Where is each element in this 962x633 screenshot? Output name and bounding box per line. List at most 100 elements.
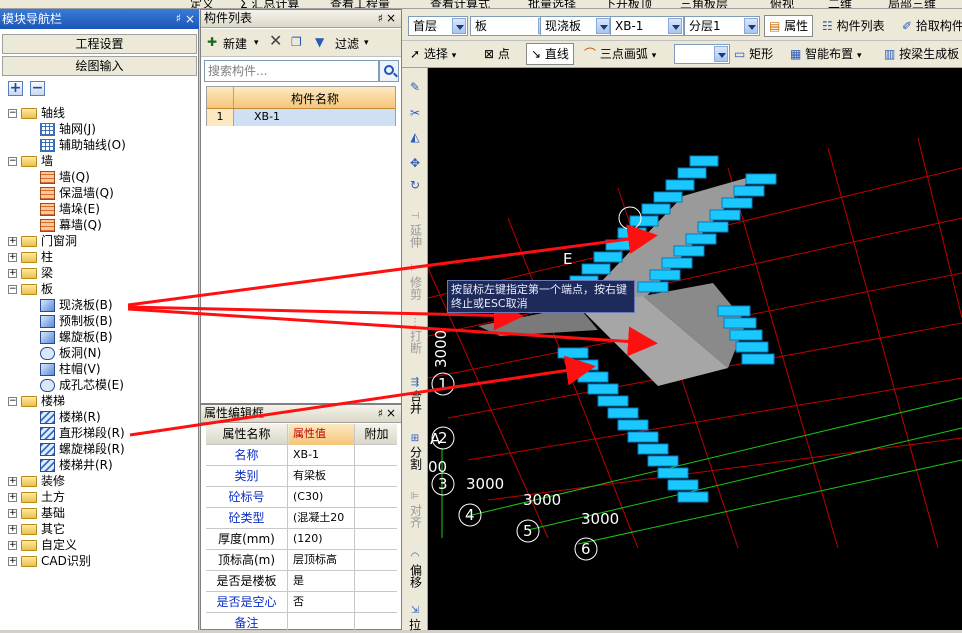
filter-button[interactable]: 过滤	[335, 35, 359, 52]
tree-item[interactable]: + 土方	[8, 489, 65, 505]
tree-item[interactable]: 成孔芯模(E)	[40, 377, 124, 393]
floor-combo[interactable]: 三角板层	[680, 0, 728, 8]
tree-item[interactable]: 螺旋梯段(R)	[40, 441, 125, 457]
property-value[interactable]: 是	[289, 571, 355, 592]
property-value[interactable]: 否	[289, 592, 355, 613]
tree-item[interactable]: 轴网(J)	[40, 121, 96, 137]
extend-button[interactable]: ⊣ 延伸	[406, 208, 424, 252]
tree-item[interactable]: + 基础	[8, 505, 65, 521]
tree-item[interactable]: 墙(Q)	[40, 169, 90, 185]
stretch-button[interactable]: ⇲ 拉	[406, 602, 424, 633]
tree-item[interactable]: 螺旋板(B)	[40, 329, 113, 345]
floor-select[interactable]: 首层	[408, 16, 468, 36]
expand-toggle-icon[interactable]: −	[8, 109, 17, 118]
batch-select-button[interactable]: 批量选择	[528, 0, 576, 8]
define-button[interactable]: 定义	[190, 0, 214, 8]
arc-button[interactable]: ⌒ 三点画弧 ▾	[584, 44, 656, 66]
tree-item[interactable]: + 门窗洞	[8, 233, 77, 249]
copy-icon[interactable]: ❐	[291, 35, 302, 49]
beam-slab-button[interactable]: ▥ 按梁生成板	[884, 44, 959, 64]
property-row[interactable]: 名称 XB-1	[206, 445, 397, 466]
drawing-canvas[interactable]: 1 2 3 4 5 6 A E 3000 3000 3000 00 3000	[428, 68, 962, 630]
tree-item[interactable]: 柱帽(V)	[40, 361, 101, 377]
trim-button[interactable]: ⊢ 修剪	[406, 260, 424, 304]
property-row[interactable]: 厚度(mm) (120)	[206, 529, 397, 550]
property-value[interactable]: 层顶标高	[289, 550, 355, 571]
property-row[interactable]: 砼标号 (C30)	[206, 487, 397, 508]
property-value[interactable]: (120)	[289, 529, 355, 550]
pin-icon[interactable]: ♯	[378, 10, 383, 27]
arc-mode-select[interactable]	[674, 44, 730, 64]
rectangle-button[interactable]: ▭ 矩形	[734, 44, 773, 64]
break-button[interactable]: ⋮ 打断	[406, 314, 424, 358]
expand-toggle-icon[interactable]: −	[8, 157, 17, 166]
expand-toggle-icon[interactable]: +	[8, 269, 17, 278]
draw-input-button[interactable]: 绘图输入	[2, 56, 197, 76]
local-3d-button[interactable]: 局部三维	[888, 0, 936, 8]
expand-all-icon[interactable]: +	[8, 81, 23, 96]
tree-item[interactable]: 楼梯(R)	[40, 409, 101, 425]
properties-button[interactable]: ▤ 属性	[764, 15, 814, 37]
tree-item[interactable]: − 楼梯	[8, 393, 65, 409]
close-icon[interactable]: ×	[386, 10, 396, 27]
property-value[interactable]: (混凝土20	[289, 508, 355, 529]
expand-toggle-icon[interactable]: +	[8, 493, 17, 502]
split-button[interactable]: ⊞ 分割	[406, 430, 424, 474]
tree-item[interactable]: + 其它	[8, 521, 65, 537]
summary-calc-button[interactable]: Σ 汇总计算	[240, 0, 299, 8]
tree-item[interactable]: 楼梯井(R)	[40, 457, 113, 473]
slab-top-button[interactable]: 下开板顶	[604, 0, 652, 8]
offset-button[interactable]: ◠ 偏移	[406, 548, 424, 592]
view-formula-button[interactable]: 查看计算式	[430, 0, 490, 8]
tree-item[interactable]: + CAD识别	[8, 553, 91, 569]
expand-toggle-icon[interactable]: +	[8, 525, 17, 534]
mirror-icon[interactable]: ◭	[407, 130, 423, 144]
smart-layout-button[interactable]: ▦ 智能布置 ▾	[790, 44, 862, 66]
component-search-input[interactable]	[204, 60, 379, 82]
close-icon[interactable]: ×	[185, 9, 195, 29]
table-row[interactable]: 1 XB-1	[207, 109, 395, 126]
tree-item[interactable]: − 轴线	[8, 105, 65, 121]
project-settings-button[interactable]: 工程设置	[2, 34, 197, 54]
expand-toggle-icon[interactable]: +	[8, 477, 17, 486]
view-quantity-button[interactable]: 查看工程量	[330, 0, 390, 8]
tree-item[interactable]: + 柱	[8, 249, 53, 265]
tree-item[interactable]: 墙垛(E)	[40, 201, 100, 217]
chevron-down-icon[interactable]: ▾	[254, 38, 259, 48]
2d-button[interactable]: 二维	[828, 0, 852, 8]
point-button[interactable]: ⊠ 点	[484, 44, 510, 64]
expand-toggle-icon[interactable]: −	[8, 285, 17, 294]
subtype-select[interactable]: 现浇板	[540, 16, 612, 36]
tree-item[interactable]: 辅助轴线(O)	[40, 137, 126, 153]
cut-icon[interactable]: ✂	[407, 106, 423, 120]
top-view-button[interactable]: 俯视	[770, 0, 794, 8]
tree-item[interactable]: 保温墙(Q)	[40, 185, 114, 201]
property-value[interactable]: (C30)	[289, 487, 355, 508]
select-button[interactable]: ➚ 选择 ▾	[410, 44, 456, 66]
layer-select[interactable]: 分层1	[684, 16, 760, 36]
property-row[interactable]: 是否是楼板是	[206, 571, 397, 592]
tree-item[interactable]: 预制板(B)	[40, 313, 113, 329]
property-value[interactable]: 有梁板	[289, 466, 355, 487]
pick-component-button[interactable]: ✐ 拾取构件	[902, 16, 962, 36]
tree-item[interactable]: + 装修	[8, 473, 65, 489]
property-row[interactable]: 砼类型 (混凝土20	[206, 508, 397, 529]
line-button[interactable]: ↘ 直线	[526, 43, 574, 65]
chevron-down-icon[interactable]: ▾	[364, 38, 369, 48]
tree-item[interactable]: 板洞(N)	[40, 345, 101, 361]
property-value[interactable]: XB-1	[289, 445, 355, 466]
component-select[interactable]: XB-1	[610, 16, 684, 36]
tree-item[interactable]: − 墙	[8, 153, 53, 169]
tree-item[interactable]: + 自定义	[8, 537, 77, 553]
expand-toggle-icon[interactable]: +	[8, 557, 17, 566]
rotate-icon[interactable]: ↻	[407, 178, 423, 192]
property-row[interactable]: 是否是空心否	[206, 592, 397, 613]
property-row[interactable]: 备注	[206, 613, 397, 631]
expand-toggle-icon[interactable]: +	[8, 237, 17, 246]
close-icon[interactable]: ×	[386, 405, 396, 422]
pin-icon[interactable]: ♯	[378, 405, 383, 422]
pin-icon[interactable]: ♯	[176, 9, 181, 29]
new-button[interactable]: 新建	[223, 35, 247, 52]
property-value[interactable]	[289, 613, 355, 631]
property-row[interactable]: 类别 有梁板	[206, 466, 397, 487]
